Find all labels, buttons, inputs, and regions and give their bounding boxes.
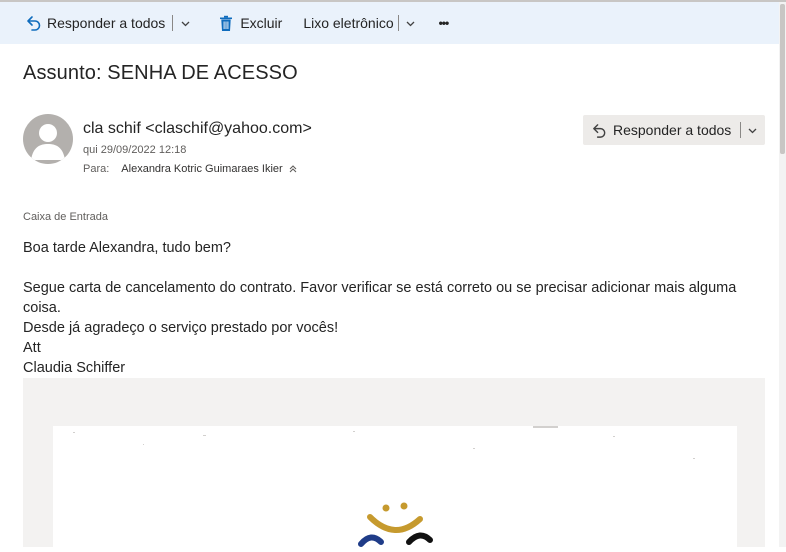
scrollbar-thumb[interactable]	[780, 4, 785, 154]
chevron-down-icon[interactable]	[405, 17, 417, 29]
junk-label: Lixo eletrônico	[303, 15, 394, 31]
document-page	[53, 426, 737, 547]
chevron-down-icon[interactable]	[746, 124, 758, 136]
sender-name[interactable]: cla schif <claschif@yahoo.com>	[83, 120, 312, 138]
message-subject: Assunto: SENHA DE ACESSO	[23, 62, 298, 84]
delete-label: Excluir	[240, 15, 283, 31]
body-blank-line	[23, 258, 763, 278]
double-chevron-up-icon[interactable]	[288, 164, 298, 174]
junk-button[interactable]: Lixo eletrônico	[303, 2, 393, 44]
message-body: Boa tarde Alexandra, tudo bem? Segue car…	[23, 238, 763, 378]
chevron-down-icon[interactable]	[179, 17, 191, 29]
sent-timestamp: qui 29/09/2022 12:18	[83, 144, 187, 156]
reply-all-split-button: Responder a todos	[583, 115, 765, 145]
to-label: Para:	[83, 163, 110, 175]
folder-label: Caixa de Entrada	[23, 211, 108, 223]
more-icon: •••	[438, 16, 450, 30]
reply-all-label: Responder a todos	[47, 15, 166, 31]
vertical-scrollbar[interactable]	[779, 2, 786, 547]
message-toolbar: Responder a todos Excluir Lixo eletrônic…	[0, 2, 780, 44]
document-logo	[73, 426, 695, 547]
person-icon	[31, 124, 65, 160]
body-line: Att	[23, 340, 41, 356]
recipient-row: Para: Alexandra Kotric Guimaraes Ikier	[83, 163, 298, 175]
reply-all-button[interactable]: Responder a todos	[24, 2, 165, 44]
reply-all-icon	[24, 13, 44, 33]
recipient-name[interactable]: Alexandra Kotric Guimaraes Ikier	[121, 163, 282, 175]
junk-divider	[397, 15, 399, 31]
more-actions-button[interactable]: •••	[438, 2, 450, 44]
body-signature: Claudia Schiffer	[23, 360, 126, 376]
body-line: Segue carta de cancelamento do contrato.…	[23, 280, 737, 316]
reply-all-button-label[interactable]: Responder a todos	[613, 122, 731, 138]
reply-all-divider	[172, 15, 174, 31]
sender-avatar	[23, 114, 73, 164]
reply-all-icon[interactable]	[589, 120, 609, 140]
inline-attachment-preview[interactable]	[23, 378, 765, 547]
trash-icon	[216, 13, 236, 33]
delete-button[interactable]: Excluir	[216, 2, 282, 44]
reply-all-box-divider	[740, 122, 742, 138]
body-line: Desde já agradeço o serviço prestado por…	[23, 320, 339, 336]
body-greeting: Boa tarde Alexandra, tudo bem?	[23, 240, 231, 256]
